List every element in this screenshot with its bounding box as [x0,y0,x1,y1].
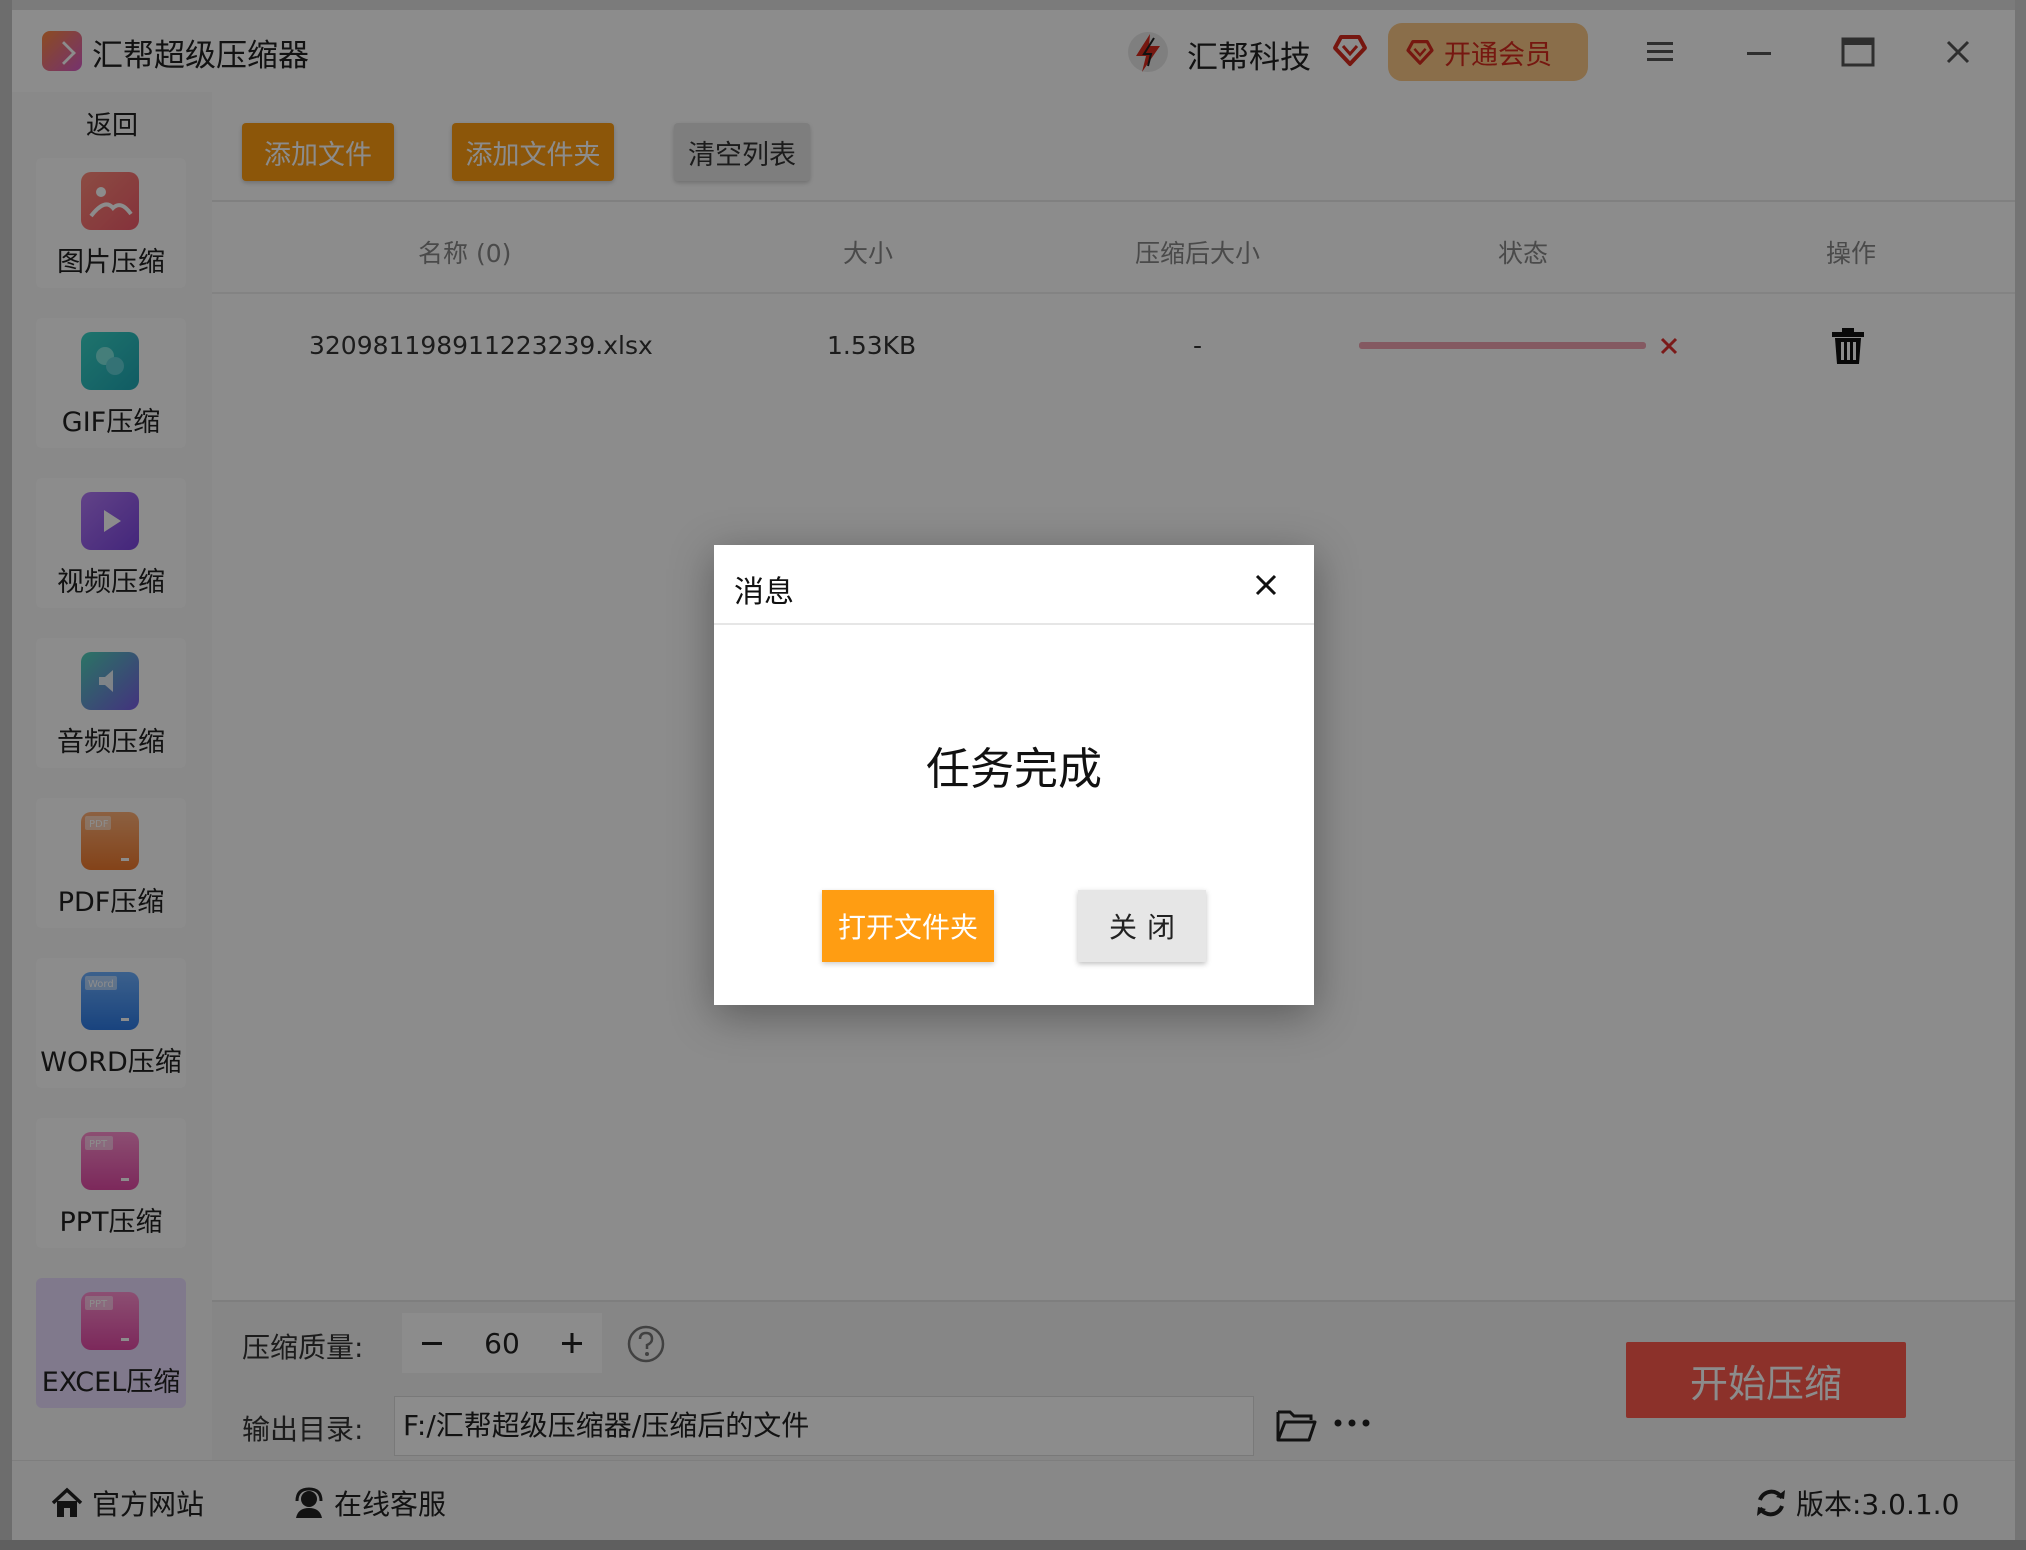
close-icon [1255,574,1277,596]
dialog-close-button[interactable] [1246,565,1286,605]
desktop-background-bottom [0,1540,2026,1550]
dialog-message: 任务完成 [926,744,1102,795]
desktop-background-right [2015,0,2026,1550]
dialog-title: 消息 [734,575,794,610]
dialog-close-action-button[interactable]: 关闭 [1078,890,1206,962]
dialog-header: 消息 [714,545,1314,625]
open-folder-button[interactable]: 打开文件夹 [822,890,994,962]
desktop-background-left [0,0,12,1550]
message-dialog: 消息 任务完成 打开文件夹 关闭 [714,545,1314,1005]
desktop-background [0,0,2026,10]
